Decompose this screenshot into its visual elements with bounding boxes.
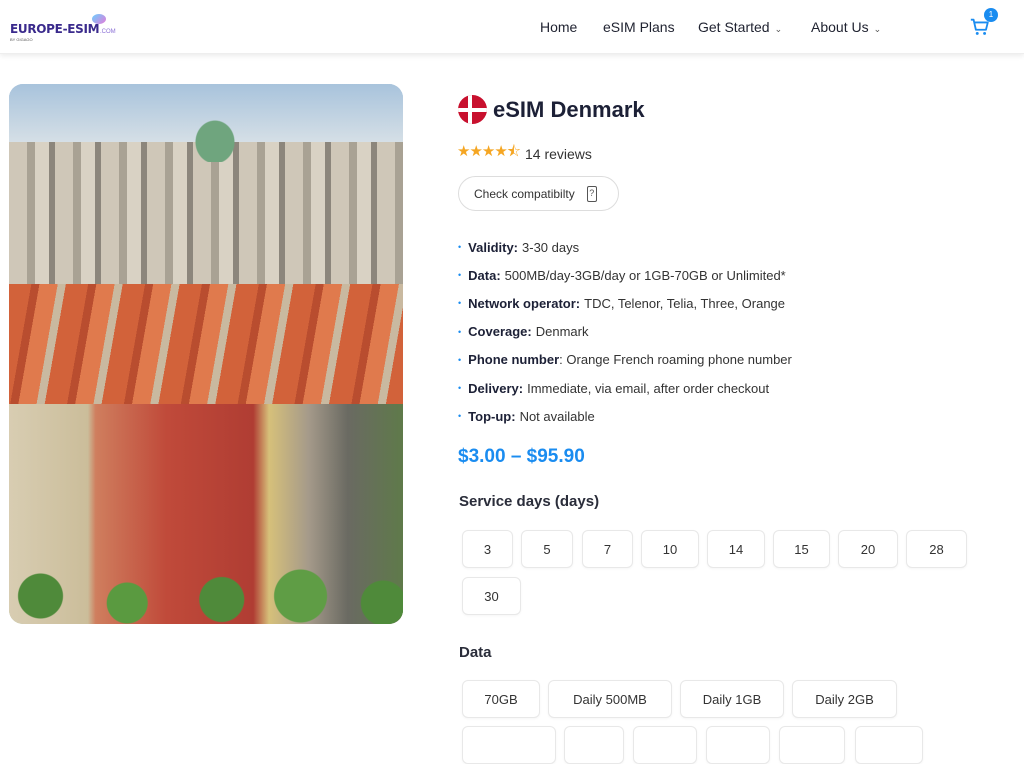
data-option-more[interactable] — [855, 726, 923, 764]
spec-key: Validity: — [468, 239, 519, 255]
site-header: EUROPE-ESIM .COM BY GIGAGO Home eSIM Pla… — [0, 0, 1024, 54]
days-option[interactable]: 7 — [582, 530, 633, 568]
logo-suffix: .COM — [100, 29, 116, 35]
cart-count-badge: 1 — [984, 8, 998, 22]
data-option-more[interactable] — [633, 726, 697, 764]
spec-value: 500MB/day-3GB/day or 1GB-70GB or Unlimit… — [504, 267, 786, 283]
star-rating-icon: ★★★★⯪ — [457, 143, 521, 160]
chevron-down-icon: ⌄ — [774, 24, 783, 34]
data-option[interactable]: Daily 1GB — [680, 680, 784, 718]
days-option[interactable]: 5 — [521, 530, 573, 568]
data-label: Data — [459, 644, 492, 661]
phone-question-icon: ? — [586, 185, 597, 202]
nav-label: Get Started — [698, 19, 770, 35]
days-option[interactable]: 3 — [462, 530, 513, 568]
product-image — [9, 84, 403, 624]
logo-by: BY GIGAGO — [10, 37, 33, 42]
chevron-down-icon: ⌄ — [873, 24, 882, 34]
data-option-more[interactable] — [706, 726, 770, 764]
denmark-flag-icon — [458, 95, 487, 124]
data-option-more[interactable] — [462, 726, 556, 764]
spec-key: Network operator: — [468, 295, 581, 311]
spec-key: Delivery: — [468, 380, 524, 396]
spec-coverage: Coverage:Denmark — [458, 318, 792, 346]
spec-key: Top-up: — [468, 408, 516, 424]
check-label: Check compatibilty — [474, 186, 575, 201]
reviews-link[interactable]: 14 reviews — [525, 146, 592, 162]
price-range: $3.00 – $95.90 — [458, 446, 585, 467]
spec-value: 3-30 days — [522, 239, 580, 255]
days-option[interactable]: 20 — [838, 530, 898, 568]
spec-key: Data: — [468, 267, 501, 283]
spec-value: Immediate, via email, after order checko… — [527, 380, 770, 396]
spec-list: Validity:3-30 days Data:500MB/day-3GB/da… — [458, 233, 792, 430]
nav-get-started[interactable]: Get Started ⌄ — [698, 19, 782, 35]
spec-value: Not available — [519, 408, 595, 424]
product-title: eSIM Denmark — [458, 95, 645, 124]
logo-text: EUROPE-ESIM — [10, 22, 100, 36]
nav-esim-plans[interactable]: eSIM Plans — [603, 19, 675, 35]
spec-key: Coverage: — [468, 324, 532, 340]
data-option[interactable]: 70GB — [462, 680, 540, 718]
page-title: eSIM Denmark — [493, 96, 645, 122]
spec-value: : Orange French roaming phone number — [559, 352, 792, 368]
spec-network: Network operator:TDC, Telenor, Telia, Th… — [458, 289, 792, 317]
nav-label: About Us — [811, 19, 869, 35]
nav-about-us[interactable]: About Us ⌄ — [811, 19, 881, 35]
days-option[interactable]: 28 — [906, 530, 967, 568]
data-option-more[interactable] — [779, 726, 845, 764]
spec-key: Phone number — [468, 352, 560, 368]
data-option[interactable]: Daily 500MB — [548, 680, 672, 718]
spec-value: Denmark — [535, 324, 589, 340]
data-option-more[interactable] — [564, 726, 624, 764]
check-compatibility-button[interactable]: Check compatibilty ? — [458, 176, 619, 211]
days-option[interactable]: 15 — [773, 530, 830, 568]
rating[interactable]: ★★★★⯪ 14 reviews — [457, 141, 592, 166]
spec-topup: Top-up:Not available — [458, 402, 792, 430]
spec-phone: Phone number: Orange French roaming phon… — [458, 346, 792, 374]
service-days-label: Service days (days) — [459, 493, 600, 510]
spec-value: TDC, Telenor, Telia, Three, Orange — [584, 295, 786, 311]
days-option[interactable]: 30 — [462, 577, 521, 615]
spec-data: Data:500MB/day-3GB/day or 1GB-70GB or Un… — [458, 261, 792, 289]
spec-validity: Validity:3-30 days — [458, 233, 792, 261]
days-option[interactable]: 10 — [641, 530, 699, 568]
data-option[interactable]: Daily 2GB — [792, 680, 897, 718]
nav-home[interactable]: Home — [540, 19, 577, 35]
logo[interactable]: EUROPE-ESIM .COM BY GIGAGO — [10, 14, 120, 44]
days-option[interactable]: 14 — [707, 530, 765, 568]
spec-delivery: Delivery:Immediate, via email, after ord… — [458, 374, 792, 402]
